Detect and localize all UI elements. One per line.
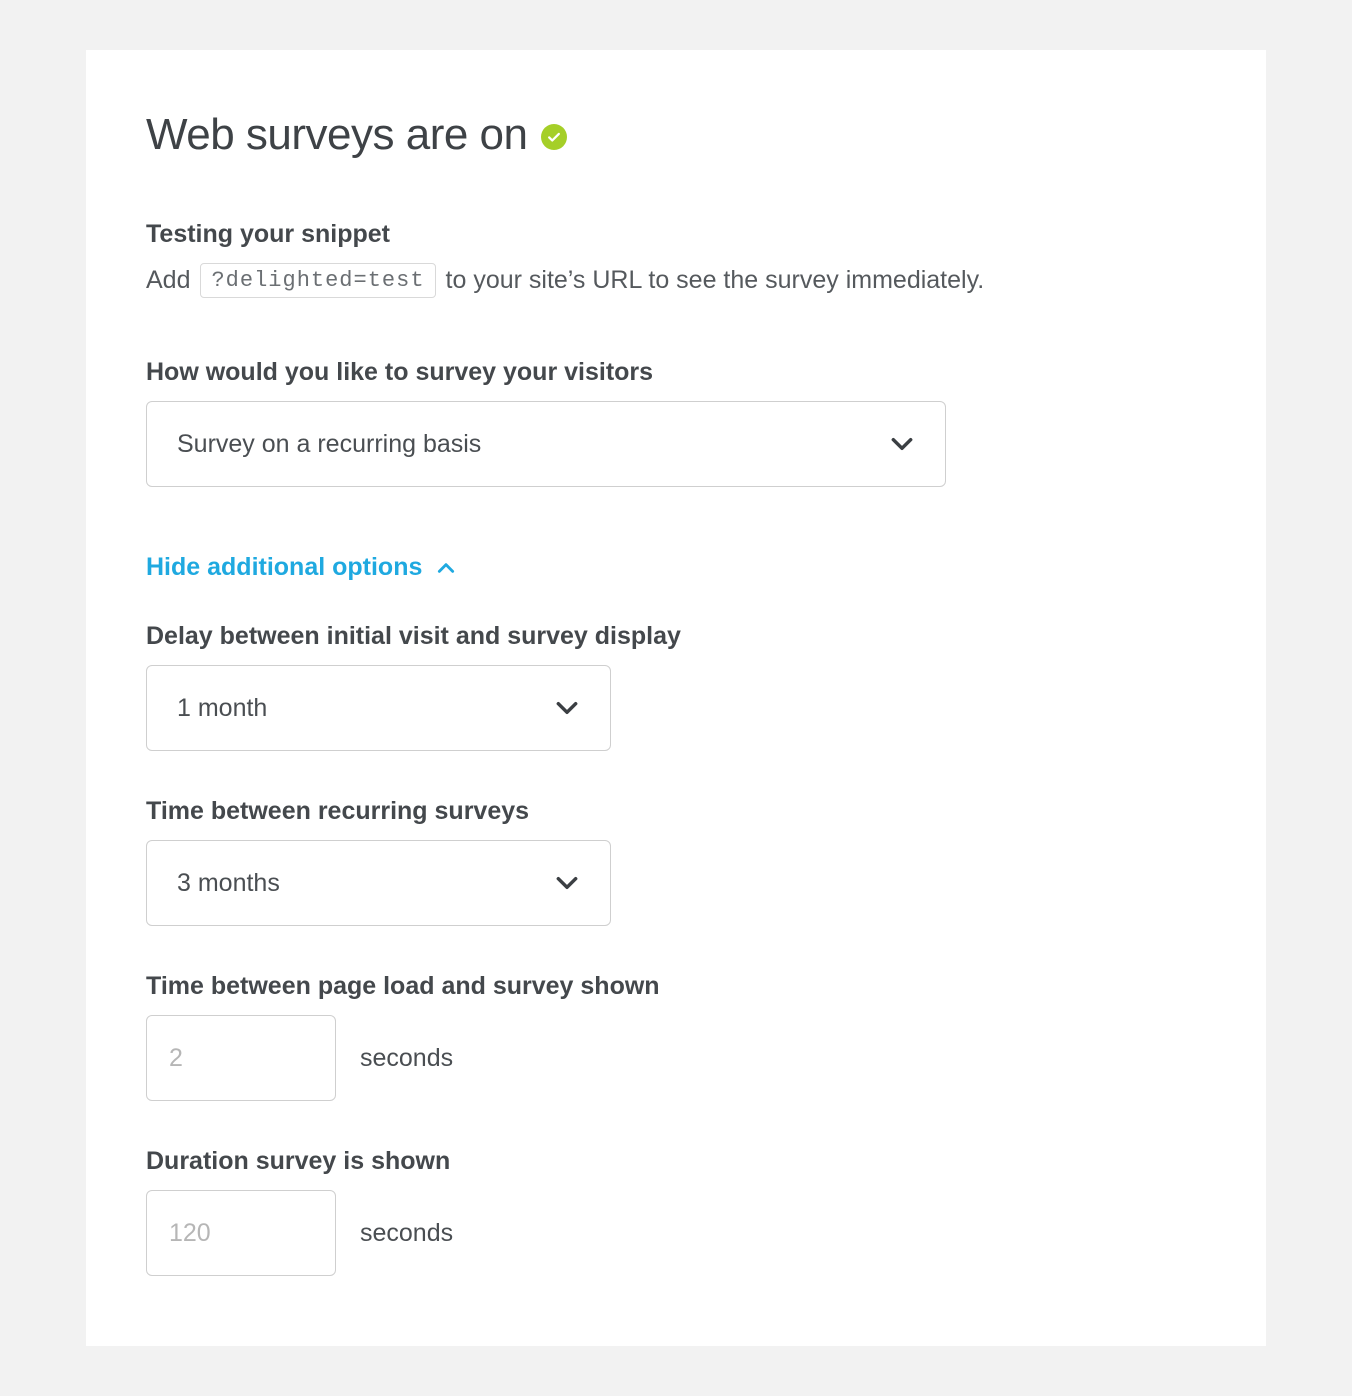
toggle-label: Hide additional options [146, 553, 422, 582]
recurring-interval-label: Time between recurring surveys [146, 797, 1206, 826]
settings-card: Web surveys are on Testing your snippet … [86, 50, 1266, 1346]
delay-initial-value: 1 month [177, 694, 267, 723]
survey-mode-value: Survey on a recurring basis [177, 430, 481, 459]
duration-shown-label: Duration survey is shown [146, 1147, 1206, 1176]
page-load-delay-unit: seconds [360, 1044, 453, 1073]
survey-mode-label: How would you like to survey your visito… [146, 358, 1206, 387]
status-on-icon [541, 124, 567, 150]
survey-mode-select[interactable]: Survey on a recurring basis [146, 401, 946, 487]
delay-initial-select[interactable]: 1 month [146, 665, 611, 751]
recurring-interval-value: 3 months [177, 869, 280, 898]
chevron-down-icon [554, 870, 580, 896]
page-load-delay-label: Time between page load and survey shown [146, 972, 1206, 1001]
chevron-up-icon [436, 558, 456, 578]
testing-post-text: to your site’s URL to see the survey imm… [446, 266, 985, 295]
testing-snippet-code: ?delighted=test [200, 263, 435, 298]
recurring-interval-select[interactable]: 3 months [146, 840, 611, 926]
testing-snippet-line: Add ?delighted=test to your site’s URL t… [146, 263, 1206, 298]
page-title: Web surveys are on [146, 110, 527, 160]
hide-additional-options-toggle[interactable]: Hide additional options [146, 553, 456, 582]
testing-pre-text: Add [146, 266, 190, 295]
delay-initial-label: Delay between initial visit and survey d… [146, 622, 1206, 651]
chevron-down-icon [554, 695, 580, 721]
page-load-delay-input[interactable] [146, 1015, 336, 1101]
duration-shown-input[interactable] [146, 1190, 336, 1276]
chevron-down-icon [889, 431, 915, 457]
testing-snippet-label: Testing your snippet [146, 220, 1206, 249]
duration-shown-unit: seconds [360, 1219, 453, 1248]
